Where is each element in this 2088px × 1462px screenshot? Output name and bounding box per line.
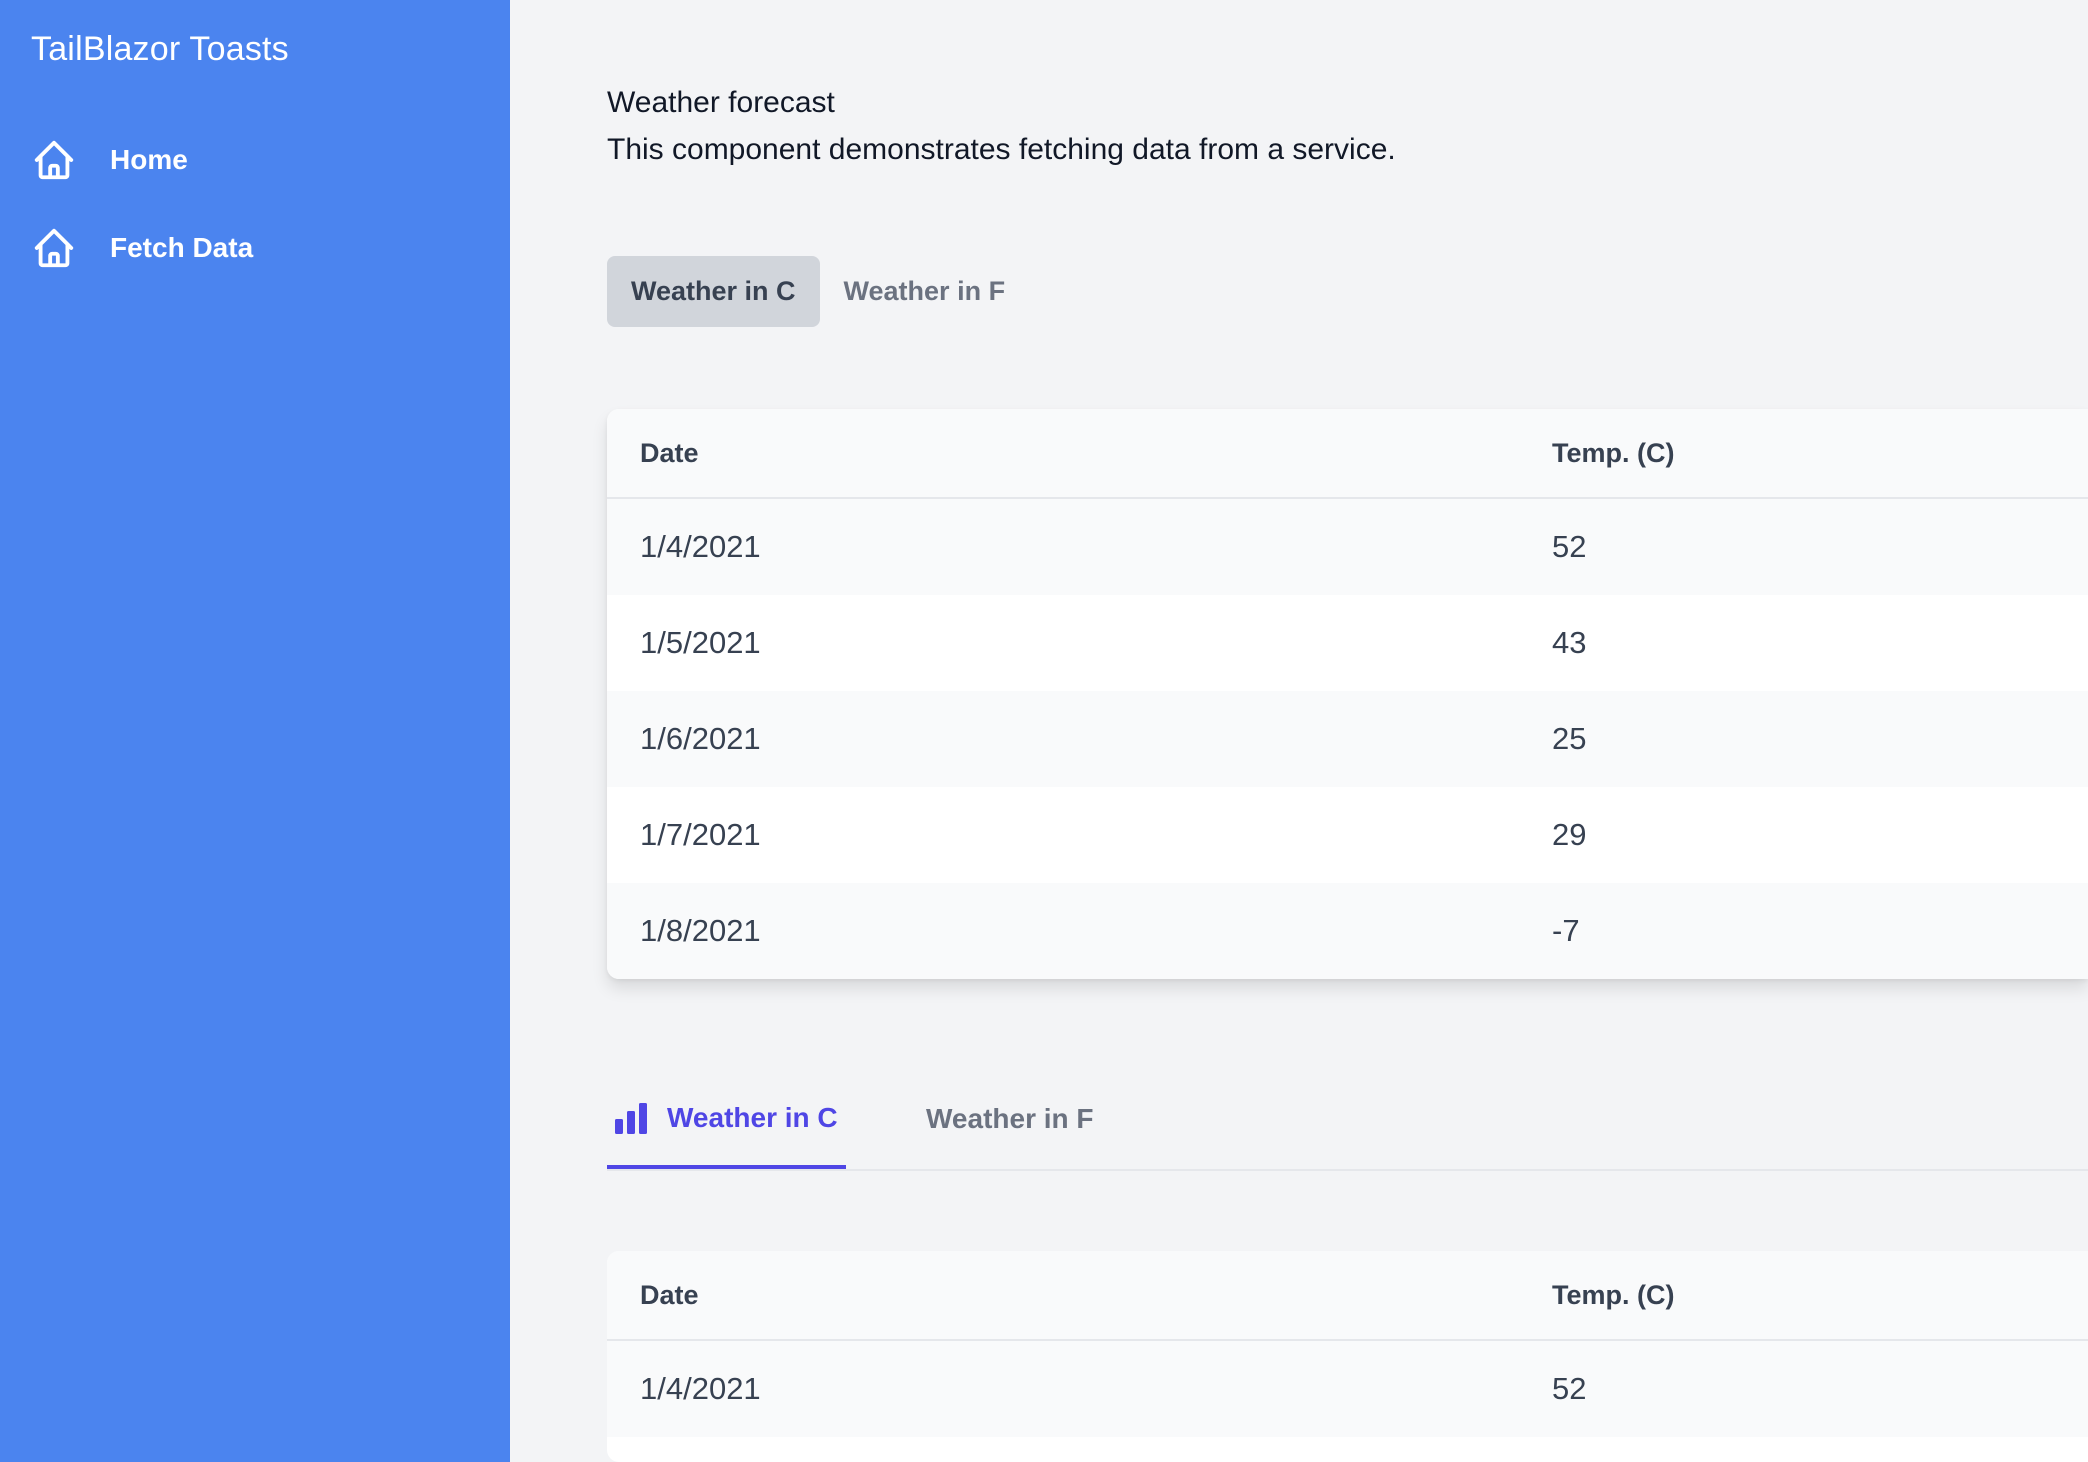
tab-weather-c[interactable]: Weather in C	[607, 256, 820, 327]
weather-table: Date Temp. (C) 1/4/2021 52 1/5/2021 43 1…	[607, 409, 2088, 979]
column-header-date: Date	[640, 1279, 699, 1310]
tab-label: Weather in F	[926, 1102, 1094, 1134]
sidebar: TailBlazor Toasts Home Fetch Data	[0, 0, 510, 1462]
sidebar-item-label: Fetch Data	[110, 232, 254, 263]
temp-cell: 25	[1552, 721, 1587, 756]
home-icon	[31, 137, 77, 183]
date-cell: 1/4/2021	[640, 529, 761, 564]
main-content: Weather forecast This component demonstr…	[510, 0, 2088, 1462]
table-row: 1/5/2021 43	[607, 595, 2088, 691]
tab-label: Weather in C	[667, 1101, 838, 1133]
table-header-row: Date Temp. (C)	[607, 409, 2088, 499]
sidebar-item-home[interactable]: Home	[31, 130, 471, 190]
column-header-temp: Temp. (C)	[1552, 437, 1675, 468]
table-row: 1/7/2021 29	[607, 787, 2088, 883]
table-row: 1/4/2021 52	[607, 499, 2088, 595]
table-row: 1/4/2021 52	[607, 1341, 2088, 1437]
weather-table: Date Temp. (C) 1/4/2021 52	[607, 1251, 2088, 1462]
tab-weather-f-underline[interactable]: Weather in F	[926, 1070, 1094, 1167]
temp-cell: 52	[1552, 1371, 1587, 1406]
tab-weather-f[interactable]: Weather in F	[820, 256, 1030, 327]
table-row: 1/6/2021 25	[607, 691, 2088, 787]
temp-cell: 43	[1552, 625, 1587, 660]
underline-tab-bar: Weather in C Weather in F	[607, 1070, 2088, 1171]
brand-title[interactable]: TailBlazor Toasts	[31, 30, 289, 69]
table-header-row: Date Temp. (C)	[607, 1251, 2088, 1341]
table-row: 1/8/2021 -7	[607, 883, 2088, 979]
date-cell: 1/4/2021	[640, 1371, 761, 1406]
date-cell: 1/7/2021	[640, 817, 761, 852]
temp-cell: -7	[1552, 913, 1580, 948]
sidebar-item-label: Home	[110, 144, 188, 175]
page-title: Weather forecast	[607, 86, 835, 119]
date-cell: 1/5/2021	[640, 625, 761, 660]
date-cell: 1/6/2021	[640, 721, 761, 756]
temp-cell: 52	[1552, 529, 1587, 564]
column-header-date: Date	[640, 437, 699, 468]
tab-weather-c-underline[interactable]: Weather in C	[607, 1070, 846, 1169]
pill-tab-bar: Weather in C Weather in F	[607, 256, 1029, 327]
bar-chart-icon	[613, 1102, 649, 1134]
date-cell: 1/8/2021	[640, 913, 761, 948]
sidebar-item-fetch-data[interactable]: Fetch Data	[31, 218, 471, 278]
page-subtitle: This component demonstrates fetching dat…	[607, 133, 1396, 166]
temp-cell: 29	[1552, 817, 1587, 852]
column-header-temp: Temp. (C)	[1552, 1279, 1675, 1310]
home-icon	[31, 225, 77, 271]
